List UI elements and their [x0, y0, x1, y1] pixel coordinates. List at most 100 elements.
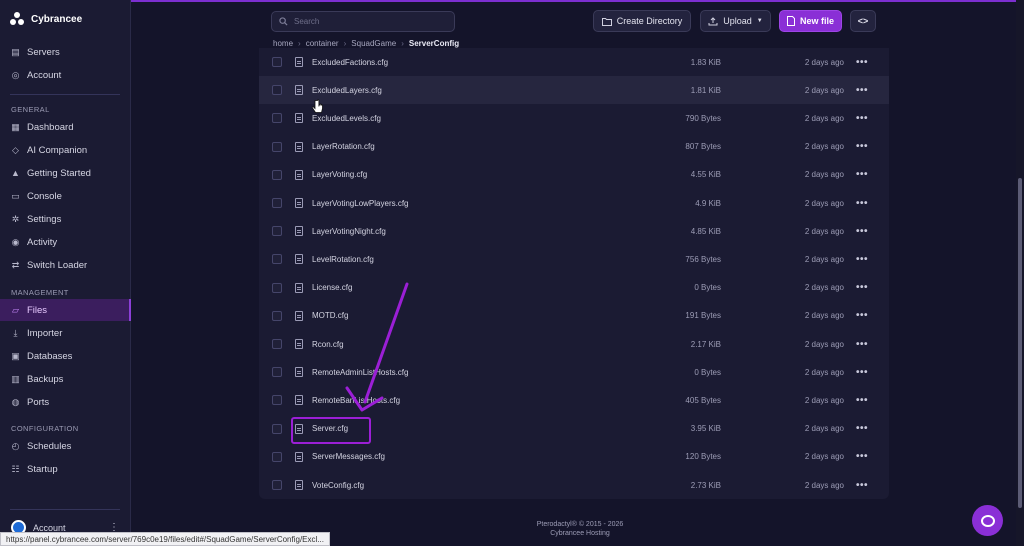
file-row[interactable]: Rcon.cfg 2.17 KiB 2 days ago ••• [259, 330, 889, 358]
file-row[interactable]: MOTD.cfg 191 Bytes 2 days ago ••• [259, 302, 889, 330]
section-general: GENERAL [11, 105, 50, 114]
search-field[interactable] [271, 11, 455, 32]
row-checkbox[interactable] [272, 169, 282, 180]
file-name[interactable]: LayerVotingNight.cfg [312, 227, 386, 236]
row-checkbox[interactable] [272, 339, 282, 349]
row-checkbox[interactable] [272, 282, 282, 293]
row-checkbox[interactable] [272, 254, 282, 265]
row-menu-icon[interactable]: ••• [856, 451, 868, 462]
file-name[interactable]: ExcludedFactions.cfg [312, 58, 388, 67]
file-row[interactable]: ExcludedLevels.cfg 790 Bytes 2 days ago ••• [259, 104, 889, 132]
file-modified: 2 days ago [804, 142, 844, 152]
terminal-icon: ▭ [11, 190, 20, 201]
sidebar-item-databases[interactable]: ▣ Databases [0, 345, 131, 367]
file-name[interactable]: LayerVotingLowPlayers.cfg [312, 199, 409, 208]
server-icon: ▤ [11, 46, 20, 57]
row-checkbox[interactable] [272, 85, 282, 96]
file-name[interactable]: ExcludedLevels.cfg [312, 114, 381, 123]
file-row[interactable]: LevelRotation.cfg 756 Bytes 2 days ago ••• [259, 245, 889, 273]
sidebar-item-importer[interactable]: ⤓ Importer [0, 322, 131, 344]
breadcrumb-item[interactable]: home [273, 39, 293, 48]
row-menu-icon[interactable]: ••• [856, 226, 868, 237]
sidebar-item-files[interactable]: ▱ Files [0, 299, 131, 321]
file-name[interactable]: VoteConfig.cfg [312, 481, 364, 490]
file-name[interactable]: ExcludedLayers.cfg [312, 86, 382, 95]
file-row[interactable]: LayerRotation.cfg 807 Bytes 2 days ago ••• [259, 133, 889, 161]
file-icon [295, 85, 303, 96]
sidebar-item-ai-companion[interactable]: ◇ AI Companion [0, 139, 131, 161]
row-menu-icon[interactable]: ••• [856, 480, 868, 491]
breadcrumb-item[interactable]: container [306, 39, 339, 48]
row-checkbox[interactable] [272, 395, 282, 406]
row-menu-icon[interactable]: ••• [856, 423, 868, 434]
file-row[interactable]: LayerVoting.cfg 4.55 KiB 2 days ago ••• [259, 161, 889, 189]
row-checkbox[interactable] [272, 57, 282, 67]
sidebar-item-activity[interactable]: ◉ Activity [0, 231, 131, 253]
file-row[interactable]: ServerMessages.cfg 120 Bytes 2 days ago ••• [259, 443, 889, 471]
sidebar-item-settings[interactable]: ✲ Settings [0, 208, 131, 230]
file-name[interactable]: LevelRotation.cfg [312, 255, 374, 264]
file-row[interactable]: LayerVotingNight.cfg 4.85 KiB 2 days ago ••… [259, 217, 889, 245]
row-checkbox[interactable] [272, 113, 282, 124]
file-name[interactable]: LayerRotation.cfg [312, 142, 375, 151]
file-name[interactable]: MOTD.cfg [312, 311, 348, 320]
chat-widget-button[interactable] [972, 505, 1003, 536]
row-menu-icon[interactable]: ••• [856, 282, 868, 293]
row-checkbox[interactable] [272, 480, 282, 490]
file-name[interactable]: RemoteBanListHosts.cfg [312, 396, 400, 405]
scrollbar-thumb[interactable] [1018, 178, 1022, 508]
sidebar-item-switch-loader[interactable]: ⇄ Switch Loader [0, 254, 131, 276]
row-menu-icon[interactable]: ••• [856, 395, 868, 406]
file-icon [295, 169, 303, 180]
sidebar-item-schedules[interactable]: ◴ Schedules [0, 435, 131, 457]
row-menu-icon[interactable]: ••• [856, 198, 868, 209]
scrollbar[interactable] [1016, 0, 1024, 546]
row-checkbox[interactable] [272, 141, 282, 152]
sidebar-item-ports[interactable]: ◍ Ports [0, 391, 131, 413]
row-menu-icon[interactable]: ••• [856, 169, 868, 180]
row-checkbox[interactable] [272, 310, 282, 321]
row-menu-icon[interactable]: ••• [856, 141, 868, 152]
file-row[interactable]: RemoteBanListHosts.cfg 405 Bytes 2 days ag… [259, 386, 889, 414]
sidebar-item-getting-started[interactable]: ▲ Getting Started [0, 162, 131, 184]
search-input[interactable] [294, 17, 444, 26]
file-row[interactable]: RemoteAdminListHosts.cfg 0 Bytes 2 days ag… [259, 358, 889, 386]
row-checkbox[interactable] [272, 226, 282, 237]
sidebar-item-account[interactable]: ◎ Account [0, 64, 131, 86]
file-row[interactable]: LayerVotingLowPlayers.cfg 4.9 KiB 2 days a… [259, 189, 889, 217]
file-row[interactable]: ExcludedLayers.cfg 1.81 KiB 2 days ago ••• [259, 76, 889, 105]
file-name[interactable]: Rcon.cfg [312, 340, 344, 349]
row-menu-icon[interactable]: ••• [856, 57, 868, 68]
sidebar-item-servers[interactable]: ▤ Servers [0, 41, 131, 63]
row-menu-icon[interactable]: ••• [856, 85, 868, 96]
file-name[interactable]: License.cfg [312, 283, 352, 292]
row-checkbox[interactable] [272, 367, 282, 378]
sidebar-item-backups[interactable]: ▥ Backups [0, 368, 131, 390]
file-size: 756 Bytes [685, 254, 721, 264]
row-menu-icon[interactable]: ••• [856, 113, 868, 124]
row-menu-icon[interactable]: ••• [856, 254, 868, 265]
sidebar-item-console[interactable]: ▭ Console [0, 185, 131, 207]
code-view-button[interactable]: <> [850, 10, 876, 32]
row-checkbox[interactable] [272, 423, 282, 434]
file-modified: 2 days ago [804, 395, 844, 405]
file-name[interactable]: RemoteAdminListHosts.cfg [312, 368, 408, 377]
sidebar-item-dashboard[interactable]: ▦ Dashboard [0, 116, 131, 138]
file-name[interactable]: LayerVoting.cfg [312, 170, 367, 179]
file-size: 4.55 KiB [690, 170, 721, 180]
create-directory-button[interactable]: Create Directory [593, 10, 691, 32]
row-checkbox[interactable] [272, 198, 282, 208]
row-checkbox[interactable] [272, 451, 282, 462]
row-menu-icon[interactable]: ••• [856, 339, 868, 350]
file-row[interactable]: VoteConfig.cfg 2.73 KiB 2 days ago ••• [259, 471, 889, 499]
sidebar-item-startup[interactable]: ☷ Startup [0, 458, 131, 480]
file-row[interactable]: License.cfg 0 Bytes 2 days ago ••• [259, 274, 889, 302]
row-menu-icon[interactable]: ••• [856, 310, 868, 321]
file-name[interactable]: ServerMessages.cfg [312, 452, 385, 461]
file-row[interactable]: ExcludedFactions.cfg 1.83 KiB 2 days ago ••… [259, 48, 889, 76]
brand[interactable]: Cybrancee [10, 12, 82, 27]
row-menu-icon[interactable]: ••• [856, 367, 868, 378]
breadcrumb-item[interactable]: SquadGame [351, 39, 396, 48]
new-file-button[interactable]: New file [779, 10, 842, 32]
upload-button[interactable]: Upload ▼ [700, 10, 771, 32]
